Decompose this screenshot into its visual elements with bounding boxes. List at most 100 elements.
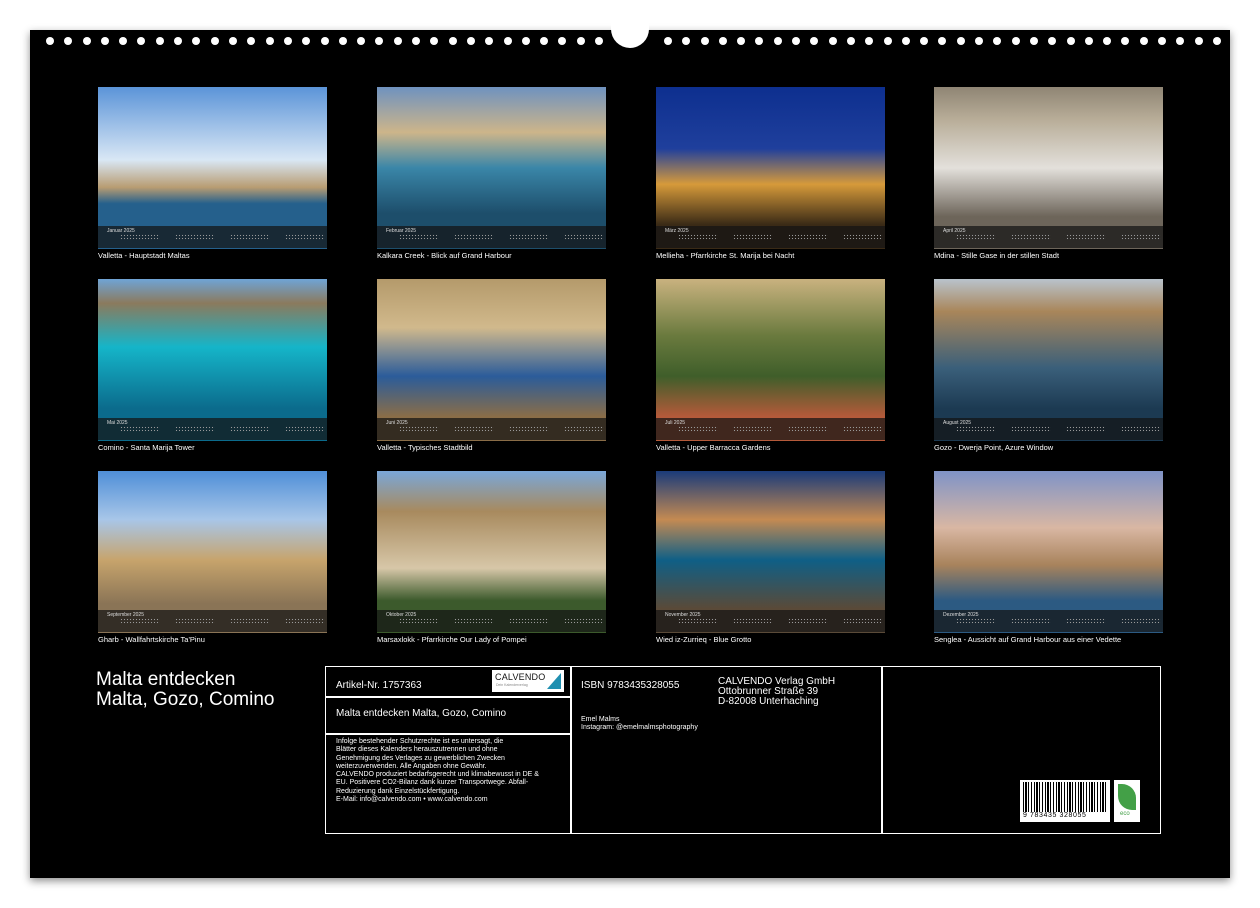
calendar-grid-strip: Juni 2025 (377, 418, 606, 440)
day-grid-week-block (285, 618, 325, 624)
binding-hole (577, 37, 585, 45)
binding-hole (664, 37, 672, 45)
binding-hole (211, 37, 219, 45)
divider (881, 667, 883, 833)
binding-hole (540, 37, 548, 45)
title-line-1: Malta entdecken (96, 669, 236, 690)
day-grid-week-block (1011, 618, 1051, 624)
eco-badge: eco (1114, 780, 1140, 822)
photo-caption: Senglea - Aussicht auf Grand Harbour aus… (934, 635, 1122, 644)
binding-hole (137, 37, 145, 45)
binding-hole (682, 37, 690, 45)
binding-hole (1121, 37, 1129, 45)
day-grid-week-block (285, 234, 325, 240)
calendar-subtitle: Malta entdecken Malta, Gozo, Comino (336, 708, 507, 719)
binding-hole (558, 37, 566, 45)
binding-hole (156, 37, 164, 45)
day-grid-week-block (843, 234, 883, 240)
day-grid-week-block (175, 618, 215, 624)
binding-hole (847, 37, 855, 45)
photo-caption: Comino - Santa Marija Tower (98, 443, 195, 452)
day-grid (956, 618, 1161, 626)
day-grid-week-block (564, 234, 604, 240)
day-grid-week-block (175, 234, 215, 240)
binding-hole (522, 37, 530, 45)
legal-line: EU. Positivere CO2-Bilanz dank kurzer Tr… (336, 779, 529, 787)
calendar-grid-strip: August 2025 (934, 418, 1163, 440)
instagram-handle: Instagram: @emelmalmsphotography (581, 724, 698, 731)
binding-hole (865, 37, 873, 45)
legal-line: Reduzierung dank Einzelstückfertigung. (336, 787, 460, 795)
day-grid (678, 618, 883, 626)
calendar-grid-strip: Dezember 2025 (934, 610, 1163, 632)
binding-hole (504, 37, 512, 45)
photo-caption: Gharb - Wallfahrtskirche Ta'Pinu (98, 635, 205, 644)
binding-hole (119, 37, 127, 45)
month-photo: November 2025 (656, 471, 885, 633)
day-grid-week-block (733, 426, 773, 432)
binding-hole (1085, 37, 1093, 45)
month-photo: Mai 2025 (98, 279, 327, 441)
calendar-grid-strip: Oktober 2025 (377, 610, 606, 632)
eco-label: eco (1120, 811, 1130, 817)
barcode-bars (1023, 782, 1107, 812)
calendar-grid-strip: Juli 2025 (656, 418, 885, 440)
binding-hole (192, 37, 200, 45)
binding-hole (792, 37, 800, 45)
day-grid-week-block (678, 234, 718, 240)
calendar-back-cover: Januar 2025 Valletta - Hauptstadt Maltas F… (30, 22, 1230, 878)
photo-caption: Valletta - Upper Barracca Gardens (656, 443, 771, 452)
binding-hole (975, 37, 983, 45)
day-grid-week-block (120, 618, 160, 624)
day-grid-week-block (120, 426, 160, 432)
day-grid-week-block (733, 618, 773, 624)
day-grid (956, 426, 1161, 434)
leaf-icon (1118, 784, 1136, 810)
legal-line: Genehmigung des Verlages zu gewerblichen… (336, 754, 505, 762)
legal-line: Infolge bestehender Schutzrechte ist es … (336, 738, 504, 745)
day-grid-week-block (843, 426, 883, 432)
binding-hole (412, 37, 420, 45)
binding-hole (810, 37, 818, 45)
day-grid-week-block (678, 426, 718, 432)
binding-hole (229, 37, 237, 45)
month-photo: Oktober 2025 (377, 471, 606, 633)
divider (326, 733, 572, 735)
day-grid-week-block (1011, 426, 1051, 432)
month-photo: Juli 2025 (656, 279, 885, 441)
binding-hole (595, 37, 603, 45)
month-photo: Februar 2025 (377, 87, 606, 249)
binding-hole (1213, 37, 1221, 45)
legal-line: weiterzuverwenden. Alle Angaben ohne Gew… (336, 762, 487, 770)
day-grid-week-block (509, 426, 549, 432)
divider (326, 696, 572, 698)
binding-hole (101, 37, 109, 45)
day-grid-week-block (285, 426, 325, 432)
month-photo: Dezember 2025 (934, 471, 1163, 633)
title-line-2: Malta, Gozo, Comino (96, 689, 275, 710)
article-number: Artikel-Nr. 1757363 (336, 680, 422, 691)
binding-hole (64, 37, 72, 45)
calendar-title: Malta entdecken Malta, Gozo, Comino (96, 670, 274, 710)
binding-hole (1195, 37, 1203, 45)
day-grid-week-block (454, 234, 494, 240)
binding-hole (701, 37, 709, 45)
binding-hole (394, 37, 402, 45)
day-grid-week-block (1066, 426, 1106, 432)
day-grid-week-block (956, 234, 996, 240)
binding-hole (1030, 37, 1038, 45)
day-grid-week-block (1066, 618, 1106, 624)
day-grid (956, 234, 1161, 242)
day-grid-week-block (1066, 234, 1106, 240)
day-grid-week-block (454, 618, 494, 624)
binding-hole (755, 37, 763, 45)
calendar-grid-strip: Februar 2025 (377, 226, 606, 248)
binding-hole (83, 37, 91, 45)
day-grid-week-block (1121, 426, 1161, 432)
binding-hole (467, 37, 475, 45)
day-grid-week-block (120, 234, 160, 240)
binding-hole (174, 37, 182, 45)
day-grid (120, 426, 325, 434)
binding-hole (449, 37, 457, 45)
month-photo: August 2025 (934, 279, 1163, 441)
